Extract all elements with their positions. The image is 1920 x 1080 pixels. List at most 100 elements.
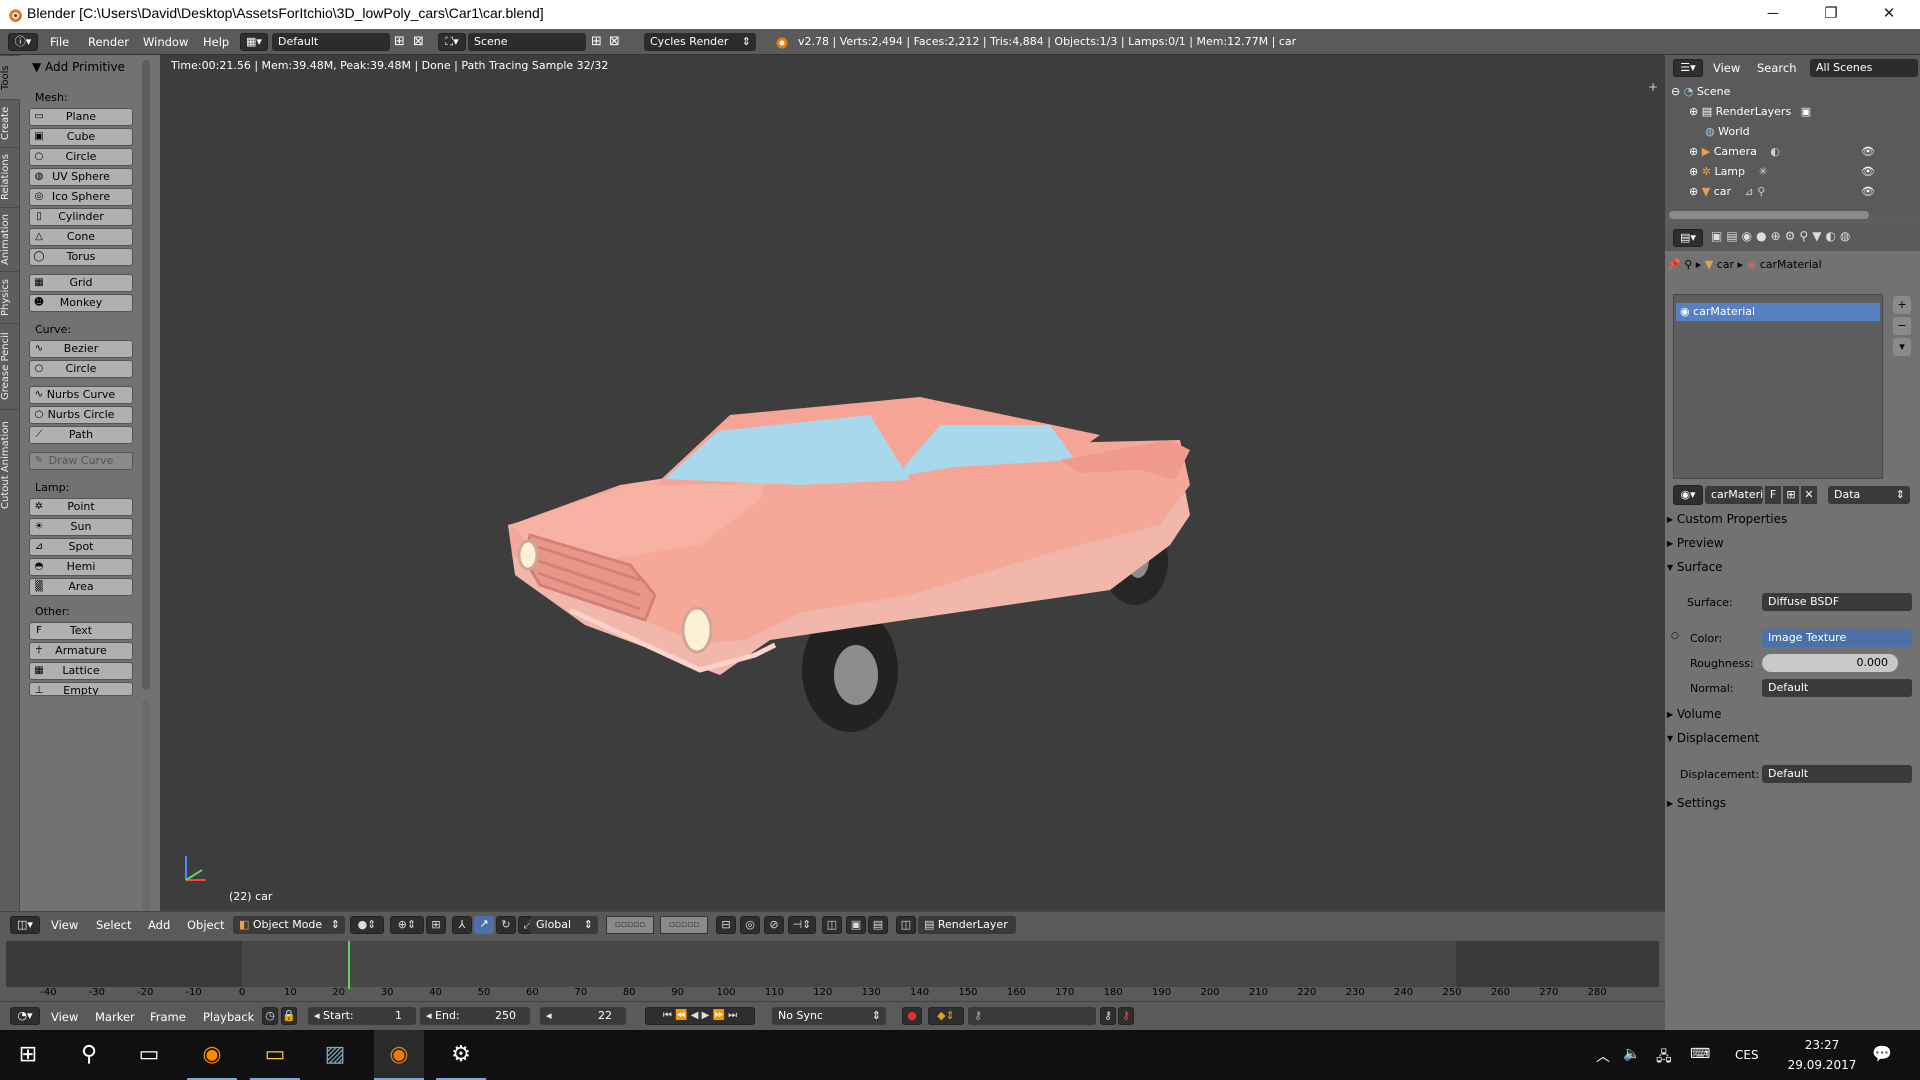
- insert-keyframe-icon[interactable]: ⚷: [1100, 1007, 1116, 1025]
- outliner-item-camera[interactable]: ⊕ ▶ Camera ◐: [1689, 145, 1780, 158]
- outliner-item-car[interactable]: ⊕ ▼ car ⊿ ⚲: [1689, 185, 1765, 198]
- tab-create[interactable]: Create: [0, 99, 20, 147]
- start-frame-field[interactable]: ◂ Start: 1: [308, 1007, 416, 1025]
- firefox-icon[interactable]: ◉: [187, 1030, 237, 1080]
- tab-cutout-animation[interactable]: Cutout Animation: [0, 409, 20, 521]
- timeline-menu-view[interactable]: View: [51, 1010, 78, 1024]
- add-path-button[interactable]: ⟋ Path: [29, 426, 133, 444]
- remove-material-slot-button[interactable]: −: [1893, 317, 1911, 335]
- outliner-item-scene[interactable]: ⊖ ◔ Scene: [1671, 85, 1730, 98]
- auto-keying-icon[interactable]: ●: [902, 1007, 922, 1025]
- search-icon[interactable]: ⚲: [64, 1030, 114, 1080]
- add-cone-button[interactable]: △ Cone: [29, 228, 133, 246]
- add-area-lamp-button[interactable]: ▒ Area: [29, 578, 133, 596]
- outliner-menu-search[interactable]: Search: [1757, 61, 1797, 75]
- outliner-item-renderlayers[interactable]: ⊕ ▤ RenderLayers ▣: [1689, 105, 1811, 118]
- color-input-field[interactable]: Image Texture: [1762, 629, 1912, 647]
- scene-layers-grid-1-icon[interactable]: ▫▫▫▫▫: [606, 916, 654, 934]
- tool-shelf-scrollbar[interactable]: [142, 60, 150, 690]
- add-hemi-lamp-button[interactable]: ◓ Hemi: [29, 558, 133, 576]
- timeline-menu-frame[interactable]: Frame: [150, 1010, 186, 1024]
- outliner-menu-view[interactable]: View: [1713, 61, 1740, 75]
- volume-panel[interactable]: ▸ Volume: [1667, 707, 1918, 729]
- manipulator-toggle-icon[interactable]: ⅄: [452, 916, 472, 934]
- blender-taskbar-icon[interactable]: ◉: [374, 1030, 424, 1080]
- scene-icon[interactable]: ⛶▾: [438, 33, 466, 51]
- sync-mode-dropdown[interactable]: No Sync ⇕: [772, 1007, 886, 1025]
- pivot-point-icon[interactable]: ⊕⇕: [390, 916, 424, 934]
- proportional-editing-icon[interactable]: ◎: [740, 916, 760, 934]
- menu-object[interactable]: Object: [187, 918, 224, 932]
- viewport-shading-icon[interactable]: ●⇕: [350, 916, 384, 934]
- menu-select[interactable]: Select: [96, 918, 131, 932]
- pin-icon[interactable]: 📌: [1667, 258, 1681, 271]
- normal-input-field[interactable]: Default: [1762, 679, 1912, 697]
- menu-help[interactable]: Help: [203, 35, 229, 49]
- tab-grease-pencil[interactable]: Grease Pencil: [0, 323, 20, 409]
- tab-tools[interactable]: Tools: [0, 55, 20, 99]
- scene-dropdown[interactable]: Scene: [468, 33, 586, 51]
- menu-window[interactable]: Window: [143, 35, 188, 49]
- timeline-current-frame-cursor[interactable]: [348, 941, 351, 989]
- add-monkey-button[interactable]: ☻ Monkey: [29, 294, 133, 312]
- add-point-lamp-button[interactable]: ✲ Point: [29, 498, 133, 516]
- add-material-slot-button[interactable]: +: [1893, 296, 1911, 314]
- close-button[interactable]: ✕: [1860, 0, 1918, 29]
- displacement-input-field[interactable]: Default: [1762, 765, 1912, 783]
- add-bezier-button[interactable]: ∿ Bezier: [29, 340, 133, 358]
- add-sun-lamp-button[interactable]: ☀ Sun: [29, 518, 133, 536]
- material-link-dropdown[interactable]: Data ⇕: [1828, 486, 1910, 504]
- paint-icon[interactable]: ▨: [310, 1030, 360, 1080]
- add-cube-button[interactable]: ▣ Cube: [29, 128, 133, 146]
- add-text-button[interactable]: F Text: [29, 622, 133, 640]
- delete-scene-icon[interactable]: ⊠: [609, 34, 620, 49]
- camera-visibility-eye-icon[interactable]: 👁: [1861, 145, 1875, 158]
- layers-icon[interactable]: ⊞: [426, 916, 446, 934]
- color-link-icon[interactable]: ○: [1671, 631, 1679, 641]
- snap-element-icon[interactable]: ⊣⇕: [788, 916, 816, 934]
- outliner-item-world[interactable]: ◍ World: [1705, 125, 1750, 138]
- timeline-editor-type-icon[interactable]: ◔▾: [10, 1007, 40, 1025]
- restore-button[interactable]: ❐: [1802, 0, 1860, 29]
- rotate-manipulator-icon[interactable]: ↻: [496, 916, 516, 934]
- draw-curve-button[interactable]: ✎ Draw Curve: [29, 452, 133, 470]
- surface-shader-field[interactable]: Diffuse BSDF: [1762, 593, 1912, 611]
- tab-physics[interactable]: Physics: [0, 271, 20, 323]
- surface-panel[interactable]: ▾ Surface: [1667, 560, 1918, 582]
- add-lattice-button[interactable]: ▦ Lattice: [29, 662, 133, 680]
- delete-screen-icon[interactable]: ⊠: [413, 34, 424, 49]
- add-grid-button[interactable]: ▦ Grid: [29, 274, 133, 292]
- tab-animation[interactable]: Animation: [0, 207, 20, 271]
- tab-relations[interactable]: Relations: [0, 147, 20, 207]
- render-engine-dropdown[interactable]: Cycles Render ⇕: [644, 33, 756, 51]
- keying-set-field[interactable]: ⚷: [968, 1007, 1096, 1025]
- opengl-render-icon[interactable]: ◫: [822, 916, 842, 934]
- add-armature-button[interactable]: ☥ Armature: [29, 642, 133, 660]
- end-frame-field[interactable]: ◂ End: 250: [420, 1007, 530, 1025]
- properties-editor-type-icon[interactable]: ▤▾: [1673, 229, 1703, 247]
- add-nurbs-circle-button[interactable]: ○ Nurbs Circle: [29, 406, 133, 424]
- custom-properties-panel[interactable]: ▸ Custom Properties: [1667, 512, 1918, 534]
- add-scene-icon[interactable]: ⊞: [591, 34, 602, 49]
- translate-manipulator-icon[interactable]: ↗: [474, 916, 494, 934]
- action-center-icon[interactable]: 💬: [1872, 1044, 1892, 1063]
- material-specials-button[interactable]: ▾: [1893, 338, 1911, 356]
- add-screen-icon[interactable]: ⊞: [394, 34, 405, 49]
- material-slot-item[interactable]: ◉ carMaterial: [1676, 303, 1880, 321]
- viewport-properties-toggle-icon[interactable]: +: [1648, 80, 1658, 94]
- minimize-button[interactable]: ─: [1744, 0, 1802, 29]
- task-view-icon[interactable]: ▭: [124, 1030, 174, 1080]
- new-material-icon[interactable]: ⊞: [1783, 486, 1799, 504]
- menu-add[interactable]: Add: [148, 918, 170, 932]
- delete-keyframe-icon[interactable]: ⚷: [1118, 1007, 1134, 1025]
- material-browse-icon[interactable]: ◉▾: [1673, 485, 1703, 505]
- add-plane-button[interactable]: ▭ Plane: [29, 108, 133, 126]
- add-torus-button[interactable]: ◯ Torus: [29, 248, 133, 266]
- displacement-panel[interactable]: ▾ Displacement: [1667, 731, 1918, 753]
- split-view-icon[interactable]: ◫: [896, 916, 916, 934]
- viewport-editor-type-icon[interactable]: ◫▾: [10, 916, 40, 934]
- settings-panel[interactable]: ▸ Settings: [1667, 796, 1918, 818]
- scene-layers-grid-2-icon[interactable]: ▫▫▫▫▫: [660, 916, 708, 934]
- outliner-scrollbar[interactable]: [1669, 211, 1869, 219]
- lock-time-icon[interactable]: 🔒: [281, 1007, 297, 1025]
